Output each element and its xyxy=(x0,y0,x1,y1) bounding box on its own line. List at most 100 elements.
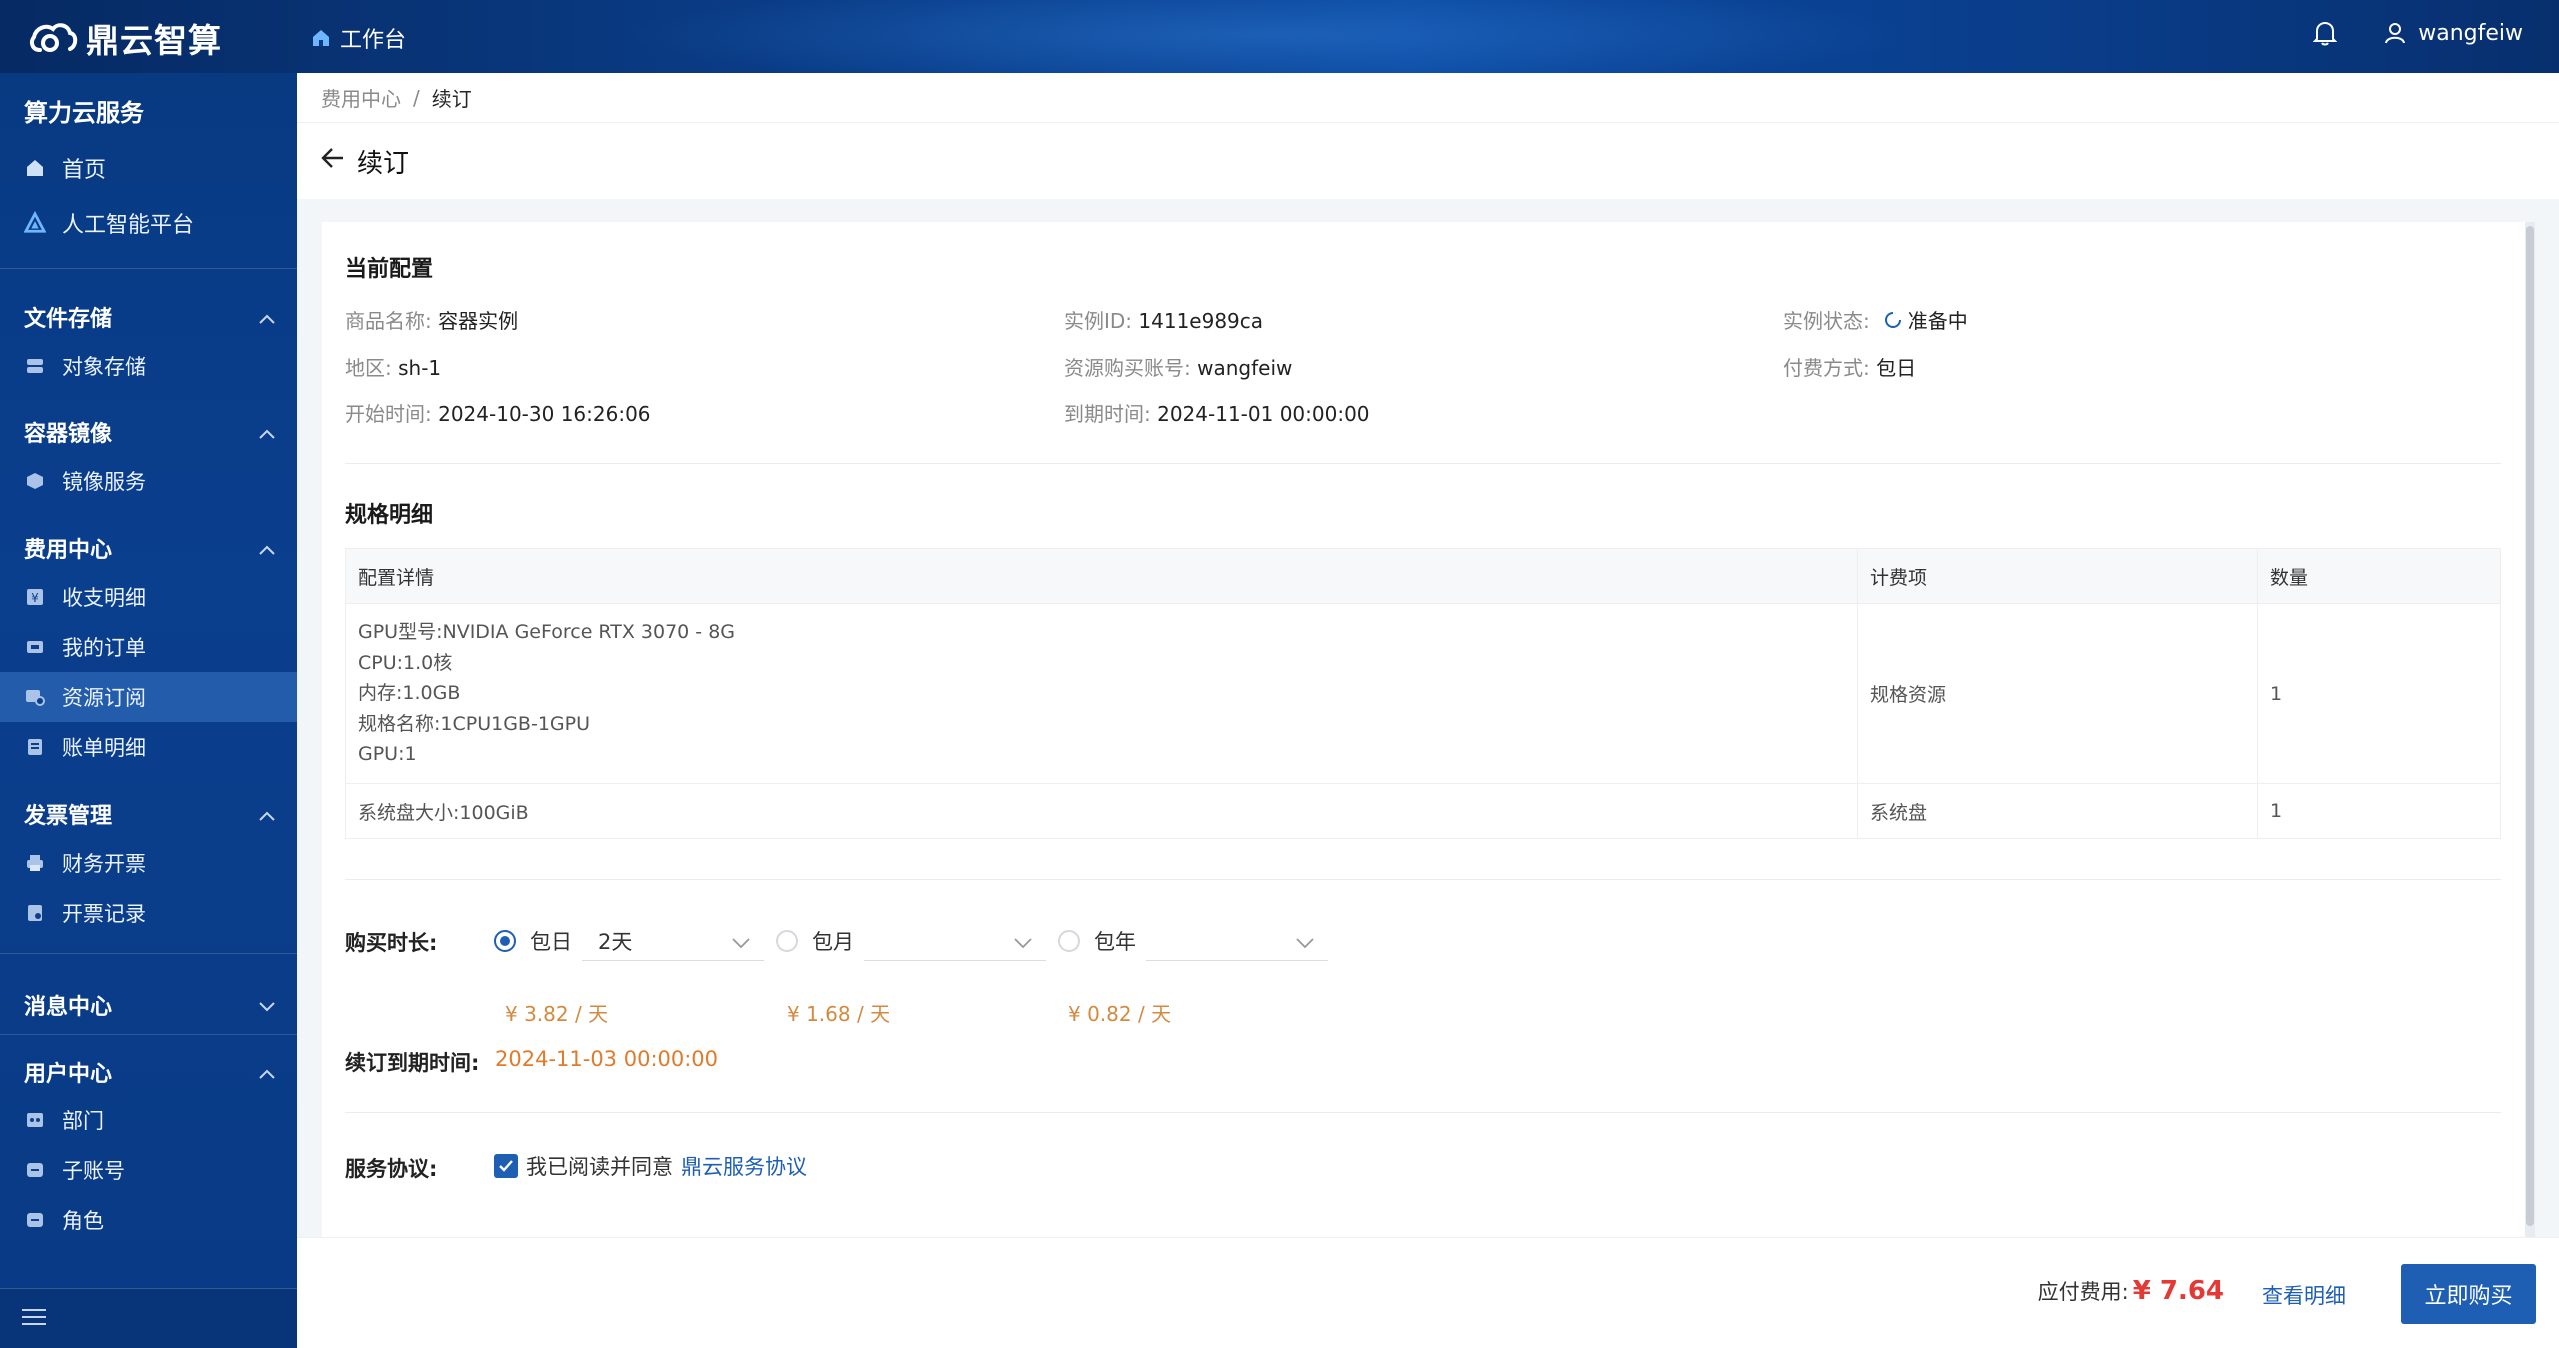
chevron-down-icon xyxy=(1296,929,1314,953)
table-header-row: 配置详情 计费项 数量 xyxy=(345,548,2501,604)
config-line: GPU型号:NVIDIA GeForce RTX 3070 - 8G xyxy=(358,621,736,644)
sidebar-item-role[interactable]: 角色 xyxy=(0,1195,297,1245)
renew-end-label: 续订到期时间: xyxy=(345,1051,480,1075)
column-header: 数量 xyxy=(2257,548,2501,604)
sidebar-item-bill-details[interactable]: 账单明细 xyxy=(0,722,297,772)
region-value: sh-1 xyxy=(398,356,442,380)
sidebar-item-label: 我的订单 xyxy=(62,636,146,660)
select-value: 2天 xyxy=(598,929,633,954)
radio-button[interactable] xyxy=(776,930,798,952)
spec-table: 配置详情 计费项 数量 GPU型号:NVIDIA GeForce RTX 307… xyxy=(345,548,2501,839)
service-agreement-link[interactable]: 鼎云服务协议 xyxy=(681,1151,807,1181)
header-glow xyxy=(620,0,1920,73)
radio-daily[interactable]: 包日 xyxy=(494,926,572,956)
record-icon xyxy=(24,902,46,924)
sidebar-group-message-center[interactable]: 消息中心 xyxy=(0,980,297,1030)
role-icon xyxy=(24,1209,46,1231)
sidebar-item-resource-subscription[interactable]: 资源订阅 xyxy=(0,672,297,722)
svg-text:¥: ¥ xyxy=(31,591,39,605)
user-icon xyxy=(2384,22,2406,44)
storage-icon xyxy=(24,355,46,377)
buy-now-button[interactable]: 立即购买 xyxy=(2401,1264,2536,1324)
group-label: 发票管理 xyxy=(24,804,113,829)
sidebar-group-billing-center[interactable]: 费用中心 xyxy=(0,523,297,573)
order-icon xyxy=(24,636,46,658)
radio-monthly[interactable]: 包月 xyxy=(776,926,854,956)
header-actions: wangfeiw xyxy=(2312,20,2523,46)
user-menu[interactable]: wangfeiw xyxy=(2384,21,2523,46)
home-icon xyxy=(24,157,46,179)
config-line: CPU:1.0核 xyxy=(358,651,453,674)
section-divider xyxy=(345,1112,2501,1113)
quantity-cell: 1 xyxy=(2257,603,2501,784)
view-details-link[interactable]: 查看明细 xyxy=(2262,1280,2346,1310)
billing-method-field: 付费方式: 包日 xyxy=(1783,352,1916,381)
instance-id-value: 1411e989ca xyxy=(1138,309,1264,333)
radio-button[interactable] xyxy=(1058,930,1080,952)
current-config-title: 当前配置 xyxy=(345,257,434,282)
yearly-duration-select[interactable] xyxy=(1146,921,1328,961)
instance-status-field: 实例状态: 准备中 xyxy=(1783,305,1968,334)
sidebar-item-label: 部门 xyxy=(62,1109,104,1133)
payable-fee: 应付费用: ¥ 7.64 xyxy=(2038,1276,2224,1306)
sidebar-group-user-center[interactable]: 用户中心 xyxy=(0,1047,297,1097)
username: wangfeiw xyxy=(2418,20,2523,46)
sidebar-footer xyxy=(0,1288,297,1348)
sidebar-item-income-expense[interactable]: ¥ 收支明细 xyxy=(0,572,297,622)
brand-logo[interactable]: 鼎云智算 xyxy=(28,14,222,62)
section-divider xyxy=(345,463,2501,464)
table-row: 系统盘大小:100GiB 系统盘 1 xyxy=(345,783,2501,839)
product-name-field: 商品名称: 容器实例 xyxy=(345,305,518,334)
printer-icon xyxy=(24,852,46,874)
instance-id-field: 实例ID: 1411e989ca xyxy=(1064,305,1263,334)
content-scrollbar[interactable] xyxy=(2525,222,2535,1237)
radio-label: 包月 xyxy=(812,930,854,954)
agreement-label: 服务协议: xyxy=(345,1157,438,1181)
sidebar-item-label: 账单明细 xyxy=(62,736,146,760)
sidebar-item-home[interactable]: 首页 xyxy=(0,143,297,193)
sidebar-group-file-storage[interactable]: 文件存储 xyxy=(0,292,297,342)
daily-duration-select[interactable]: 2天 xyxy=(582,921,764,961)
radio-button-selected[interactable] xyxy=(494,930,516,952)
workbench-link[interactable]: 工作台 xyxy=(310,22,406,54)
sidebar-title: 算力云服务 xyxy=(24,99,144,127)
scrollbar-thumb[interactable] xyxy=(2526,226,2534,1226)
end-time-field: 到期时间: 2024-11-01 00:00:00 xyxy=(1064,398,1370,427)
breadcrumb-parent[interactable]: 费用中心 xyxy=(321,83,401,112)
field-label: 资源购买账号: xyxy=(1064,356,1191,380)
subaccount-icon xyxy=(24,1159,46,1181)
hamburger-menu-icon[interactable] xyxy=(22,1307,46,1331)
sidebar-item-label: 子账号 xyxy=(62,1159,125,1183)
renew-end-value: 2024-11-03 00:00:00 xyxy=(495,1047,719,1071)
sidebar-item-my-orders[interactable]: 我的订单 xyxy=(0,622,297,672)
field-label: 实例状态: xyxy=(1783,309,1870,333)
sidebar-item-finance-invoicing[interactable]: 财务开票 xyxy=(0,838,297,888)
sidebar-group-invoice-management[interactable]: 发票管理 xyxy=(0,789,297,839)
end-time-value: 2024-11-01 00:00:00 xyxy=(1157,402,1370,426)
sidebar-item-department[interactable]: 部门 xyxy=(0,1095,297,1145)
sidebar: 算力云服务 首页 人工智能平台 文件存储 对象存储 容器镜像 镜像服务 费用中心… xyxy=(0,73,297,1348)
checkbox-checked-icon[interactable] xyxy=(494,1154,518,1178)
chevron-up-icon xyxy=(259,1060,275,1085)
sidebar-group-container-image[interactable]: 容器镜像 xyxy=(0,407,297,457)
sidebar-item-invoice-records[interactable]: 开票记录 xyxy=(0,888,297,938)
back-arrow-icon[interactable] xyxy=(321,146,345,176)
agreement-text: 我已阅读并同意 xyxy=(526,1155,673,1179)
radio-yearly[interactable]: 包年 xyxy=(1058,926,1136,956)
billing-method-value: 包日 xyxy=(1876,356,1917,380)
monthly-duration-select[interactable] xyxy=(864,921,1046,961)
sidebar-item-object-storage[interactable]: 对象存储 xyxy=(0,341,297,391)
field-label: 付费方式: xyxy=(1783,356,1870,380)
sidebar-item-image-service[interactable]: 镜像服务 xyxy=(0,456,297,506)
page-header: 续订 xyxy=(297,123,2559,199)
sidebar-item-sub-account[interactable]: 子账号 xyxy=(0,1145,297,1195)
config-line: 内存:1.0GB xyxy=(358,682,461,705)
field-label: 商品名称: xyxy=(345,309,432,333)
bell-icon[interactable] xyxy=(2312,20,2338,46)
region-field: 地区: sh-1 xyxy=(345,352,441,381)
chevron-up-icon xyxy=(259,802,275,827)
sidebar-item-label: 首页 xyxy=(62,158,107,183)
loading-spinner-icon xyxy=(1884,311,1902,329)
sidebar-item-ai-platform[interactable]: 人工智能平台 xyxy=(0,198,297,248)
fee-label: 应付费用: xyxy=(2037,1280,2129,1304)
